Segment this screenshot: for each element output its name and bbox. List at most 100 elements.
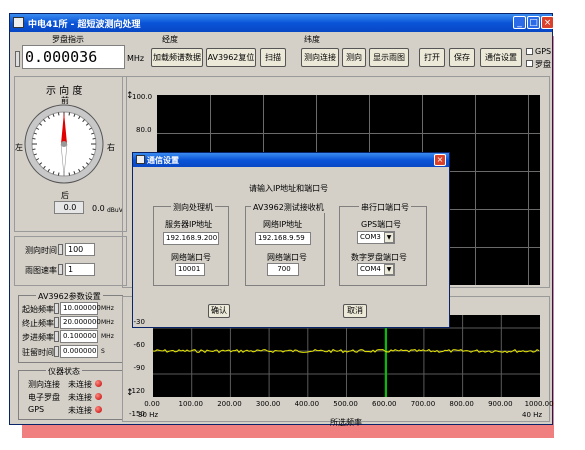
minimize-button[interactable]: _ (513, 16, 526, 29)
compass-south-label: 后 (61, 191, 69, 200)
av-ip-label: 网络IP地址 (263, 220, 303, 229)
bottom-y-tick: -90 (133, 364, 145, 372)
server-port-input[interactable]: 10001 (175, 263, 205, 276)
rain-rate-label: 雨图速率 (25, 266, 57, 275)
compass-value-unit: dBuV (107, 207, 123, 214)
step-freq-input[interactable]: 0.100000 (60, 330, 98, 343)
main-window: 中电41所 - 超短波测向处理 _ □ × 罗盘指示 经度 纬度 0.00003… (9, 13, 554, 427)
start-freq-unit: MHz (101, 305, 114, 312)
dialog-title: 通信设置 (147, 156, 179, 165)
av-row-label: 起始频率 (22, 305, 54, 314)
df-time-label: 测向时间 (25, 246, 57, 255)
dialog-close-button[interactable]: × (434, 154, 446, 166)
bottom-x-tick: 100.00 (178, 400, 204, 408)
top-y-tick: 80.0 (136, 126, 152, 134)
compass-value-box: 0.0 (54, 201, 84, 214)
compass-checkbox[interactable] (526, 60, 533, 67)
bottom-x-tick: 300.00 (255, 400, 281, 408)
rain-rate-input[interactable]: 1 (65, 263, 95, 276)
top-y-tick: 100.0 (132, 93, 153, 101)
dialog-prompt: 请输入IP地址和端口号 (249, 184, 329, 193)
status-led-compass (95, 393, 102, 400)
step-freq-unit: MHz (101, 333, 114, 340)
compass-port-dropdown-icon[interactable]: ▼ (384, 264, 394, 275)
status-label-compass: 电子罗盘 (28, 393, 60, 402)
compass-group-label: 罗盘指示 (52, 35, 84, 44)
dialog-ok-button[interactable]: 确认 (208, 304, 230, 318)
show-rain-button[interactable]: 显示雨图 (369, 48, 409, 67)
status-led-df (95, 380, 102, 387)
df-time-spinner[interactable] (58, 244, 63, 255)
x-axis-end-label: 40 Hz (522, 411, 543, 419)
frequency-spinner[interactable] (15, 51, 20, 67)
bottom-x-tick: 500.00 (333, 400, 358, 408)
av-row-label: 终止频率 (22, 319, 54, 328)
stop-freq-spinner[interactable] (54, 317, 59, 328)
compass-value-text: 0.0 (92, 204, 105, 213)
start-freq-input[interactable]: 10.000000 (60, 302, 101, 315)
load-spectrum-button[interactable]: 加载频谱数据 (151, 48, 203, 67)
av-port-input[interactable]: 700 (267, 263, 299, 276)
maximize-button[interactable]: □ (527, 16, 540, 29)
server-ip-input[interactable]: 192.168.9.200 (163, 232, 219, 245)
comm-settings-button[interactable]: 通信设置 (480, 48, 522, 67)
open-button[interactable]: 打开 (419, 48, 445, 67)
av-settings-title: AV3962参数设置 (36, 291, 103, 302)
dialog-cancel-button[interactable]: 取消 (343, 304, 367, 318)
av-ip-input[interactable]: 192.168.9.59 (255, 232, 311, 245)
server-port-label: 网络端口号 (171, 253, 211, 262)
close-button[interactable]: × (541, 16, 554, 29)
bottom-x-tick: 400.00 (294, 400, 320, 408)
bottom-x-tick: 1000.00 (524, 400, 554, 408)
stop-freq-input[interactable]: 20.000000 (60, 316, 101, 329)
status-value-compass: 未连接 (68, 393, 92, 402)
av3962-reset-button[interactable]: AV3962复位 (206, 48, 256, 67)
bottom-y-tick: -150 (129, 410, 145, 418)
av-row-label: 驻留时间 (22, 348, 54, 357)
bottom-y-tick: -30 (133, 318, 145, 326)
dialog-title-bar[interactable]: 通信设置 × (133, 153, 449, 167)
step-freq-spinner[interactable] (54, 331, 59, 342)
dwell-time-input[interactable]: 0.000000 (60, 345, 98, 358)
df-connect-button[interactable]: 测向连接 (301, 48, 339, 67)
dialog-icon (136, 155, 145, 164)
save-button[interactable]: 保存 (449, 48, 475, 67)
server-ip-label: 服务器IP地址 (165, 220, 213, 229)
status-label-df: 测向连接 (28, 380, 60, 389)
bottom-y-tick: -60 (133, 341, 145, 349)
dwell-time-spinner[interactable] (54, 346, 59, 357)
av-port-label: 网络端口号 (267, 253, 307, 262)
bottom-x-tick: 600.00 (372, 400, 397, 408)
bottom-x-tick: 800.00 (449, 400, 474, 408)
status-value-df: 未连接 (68, 380, 92, 389)
longitude-group-label: 经度 (162, 35, 178, 44)
serial-port-title: 串行口端口号 (359, 202, 411, 213)
scan-button[interactable]: 扫描 (260, 48, 286, 67)
compass-checkbox-label: 罗盘 (535, 60, 551, 69)
df-time-input[interactable]: 100 (65, 243, 95, 256)
gps-checkbox-label: GPS (535, 47, 552, 56)
frequency-unit: MHz (127, 54, 145, 63)
stop-freq-unit: MHz (101, 319, 114, 326)
df-machine-title: 测向处理机 (171, 202, 215, 213)
bottom-x-tick: 200.00 (217, 400, 242, 408)
start-freq-spinner[interactable] (54, 303, 59, 314)
gps-port-dropdown-icon[interactable]: ▼ (384, 232, 394, 243)
bottom-x-tick: 700.00 (410, 400, 436, 408)
df-button[interactable]: 测向 (342, 48, 366, 67)
gps-port-label: GPS端口号 (361, 220, 402, 229)
comm-settings-dialog: 通信设置 × 请输入IP地址和端口号 测向处理机 服务器IP地址 192.168… (132, 152, 450, 328)
compass-dial (24, 104, 104, 184)
rain-rate-spinner[interactable] (58, 264, 63, 275)
bottom-x-tick: 0.00 (144, 400, 160, 408)
app-icon (13, 17, 24, 28)
av-row-label: 步进频率 (22, 333, 54, 342)
x-axis-label: 所选频率 (330, 418, 362, 427)
av-receiver-title: AV3962测试接收机 (251, 202, 326, 213)
bottom-y-tick: -120 (129, 387, 145, 395)
compass-west-label: 左 (15, 143, 23, 152)
gps-checkbox[interactable] (526, 48, 533, 55)
latitude-group-label: 纬度 (304, 35, 320, 44)
frequency-display[interactable]: 0.000036 (22, 45, 125, 69)
title-bar[interactable]: 中电41所 - 超短波测向处理 _ □ × (10, 14, 554, 32)
